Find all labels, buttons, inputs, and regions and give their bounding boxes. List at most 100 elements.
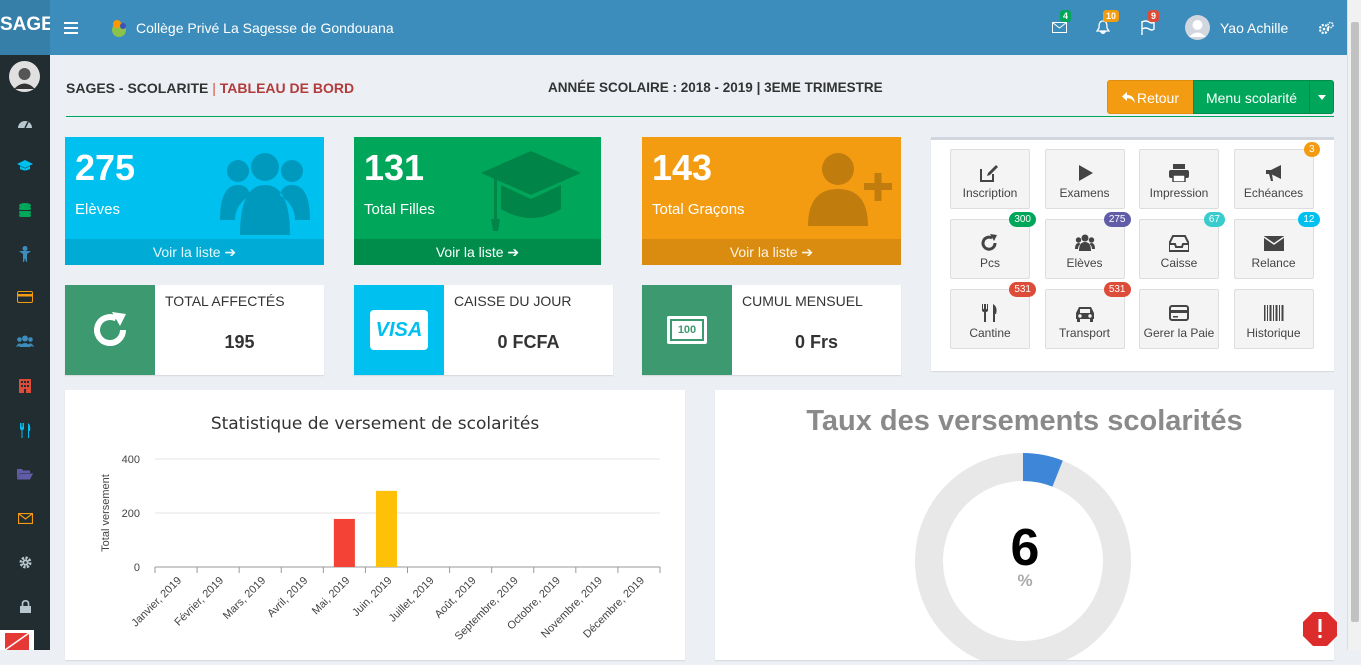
tile-gerer-la-paie[interactable]: Gerer la Paie: [1139, 289, 1219, 349]
info-label: TOTAL AFFECTÉS: [165, 293, 285, 309]
cutlery-icon: [951, 302, 1029, 324]
credit-card-icon[interactable]: [15, 287, 35, 307]
top-navbar: Collège Privé La Sagesse de Gondouana 4 …: [50, 0, 1347, 55]
arrow-circle-right-icon: ➔: [224, 244, 237, 260]
user-name: Yao Achille: [1220, 19, 1289, 36]
gauge-value: 6: [1010, 519, 1040, 577]
tile-pcs[interactable]: Pcs 300: [950, 212, 1036, 279]
tile-historique[interactable]: Historique: [1233, 289, 1314, 349]
tasks-button[interactable]: 9: [1141, 0, 1160, 55]
database-icon[interactable]: [15, 200, 35, 220]
envelope-icon[interactable]: [15, 508, 35, 528]
tile-impression[interactable]: Impression: [1139, 149, 1219, 209]
tile-label: Caisse: [1160, 256, 1198, 270]
tile-relance[interactable]: Relance 12: [1233, 212, 1320, 279]
building-icon[interactable]: [15, 376, 35, 396]
brand-logo[interactable]: SAGE: [0, 0, 50, 55]
x-tick-label: Avril, 2019: [265, 575, 310, 620]
stat-label: Elèves: [75, 201, 121, 218]
users-icon: [220, 153, 310, 235]
bar-5: [375, 490, 397, 567]
header-divider: [66, 116, 1334, 117]
users-icon[interactable]: [15, 331, 35, 351]
user-plus-icon: [808, 153, 892, 226]
stat-box-eleves: 275 Elèves Voir la liste ➔: [65, 137, 324, 265]
stat-box-garcons: 143 Total Graçons Voir la liste ➔: [642, 137, 901, 265]
stat-link-eleves[interactable]: Voir la liste ➔: [65, 239, 324, 265]
stat-link-garcons[interactable]: Voir la liste ➔: [642, 239, 901, 265]
tile-examens[interactable]: Examens: [1044, 149, 1125, 209]
sidebar-toggle-button[interactable]: [64, 0, 78, 55]
sidebar-app-logo: [0, 630, 34, 651]
tile-badge: 275: [1103, 212, 1131, 227]
info-value: 0 Frs: [794, 332, 839, 352]
tile-badge: 67: [1203, 212, 1225, 227]
flag-icon: [1141, 20, 1155, 35]
child-icon[interactable]: [15, 244, 35, 264]
folder-open-icon[interactable]: [15, 464, 35, 484]
page-scrollbar[interactable]: [1347, 0, 1361, 650]
gauge-unit: %: [1017, 571, 1033, 590]
user-menu[interactable]: Yao Achille: [1185, 0, 1288, 55]
tile-label: Historique: [1246, 326, 1301, 340]
money-icon: 100: [642, 285, 732, 375]
stat-number: 131: [364, 147, 425, 188]
info-value: 0 FCFA: [497, 332, 560, 352]
tasks-badge: 9: [1148, 10, 1160, 22]
exclamation-icon: [1303, 612, 1337, 646]
scrollbar-thumb[interactable]: [1351, 22, 1359, 622]
alert-button[interactable]: [1302, 611, 1338, 647]
info-box-cumul: 100 CUMUL MENSUEL 0 Frs: [642, 285, 901, 375]
x-tick-label: Juillet, 2019: [387, 575, 437, 625]
y-tick-label: 200: [122, 508, 140, 520]
x-tick-label: Mars, 2019: [221, 575, 268, 622]
tile-elèves[interactable]: Elèves 275: [1044, 212, 1131, 279]
lock-icon[interactable]: [15, 596, 35, 616]
stat-number: 143: [652, 147, 713, 188]
notifications-button[interactable]: 10: [1096, 0, 1120, 55]
info-value: 195: [224, 332, 255, 352]
gear-icon[interactable]: [15, 552, 35, 572]
messages-button[interactable]: 4: [1052, 0, 1072, 55]
stat-label: Total Filles: [364, 201, 435, 218]
settings-button[interactable]: [1318, 0, 1334, 55]
x-tick-label: Mai, 2019: [310, 575, 353, 618]
credit-card-icon: [1140, 302, 1218, 324]
bell-icon: [1096, 20, 1110, 35]
tile-badge: 12: [1298, 212, 1320, 227]
visa-icon: VISA: [354, 285, 444, 375]
chart-title: Statistique de versement de scolarités: [211, 414, 540, 434]
tile-cantine[interactable]: Cantine 531: [950, 282, 1036, 349]
dashboard-icon[interactable]: [15, 113, 35, 133]
tile-echéances[interactable]: Echéances 3: [1233, 142, 1320, 209]
school-logo-icon: [112, 19, 126, 37]
avatar: [1185, 15, 1210, 40]
tile-label: Impression: [1149, 186, 1209, 200]
menu-dropdown-toggle[interactable]: [1309, 80, 1334, 114]
tile-inscription[interactable]: Inscription: [950, 149, 1030, 209]
tile-badge: 531: [1103, 282, 1131, 297]
bar-4: [333, 518, 355, 567]
payment-bar-chart: Statistique de versement de scolarités To…: [100, 414, 661, 643]
y-axis-label: Total versement: [100, 474, 112, 552]
gears-icon: [1318, 21, 1334, 34]
tile-badge: 300: [1009, 212, 1036, 227]
sidebar-user-avatar[interactable]: [9, 61, 40, 92]
back-button[interactable]: Retour: [1107, 80, 1194, 114]
page-subtitle: TABLEAU DE BORD: [219, 80, 355, 96]
cutlery-icon[interactable]: [15, 420, 35, 440]
notifications-badge: 10: [1103, 10, 1120, 22]
main-content: SAGES - SCOLARITE | TABLEAU DE BORD ANNÉ…: [50, 55, 1347, 660]
stat-label: Total Graçons: [652, 201, 745, 218]
hamburger-icon: [64, 21, 78, 34]
stat-box-filles: 131 Total Filles Voir la liste ➔: [354, 137, 601, 265]
info-box-caisse: VISA CAISSE DU JOUR 0 FCFA: [354, 285, 613, 375]
info-label: CAISSE DU JOUR: [454, 293, 572, 309]
graduation-cap-icon[interactable]: [15, 155, 35, 175]
refresh-icon: [951, 232, 1029, 254]
y-tick-label: 0: [134, 562, 140, 574]
menu-scolarite-button[interactable]: Menu scolarité: [1193, 80, 1310, 114]
tile-caisse[interactable]: Caisse 67: [1139, 212, 1225, 279]
tile-transport[interactable]: Transport 531: [1044, 282, 1131, 349]
stat-link-filles[interactable]: Voir la liste ➔: [354, 239, 601, 265]
